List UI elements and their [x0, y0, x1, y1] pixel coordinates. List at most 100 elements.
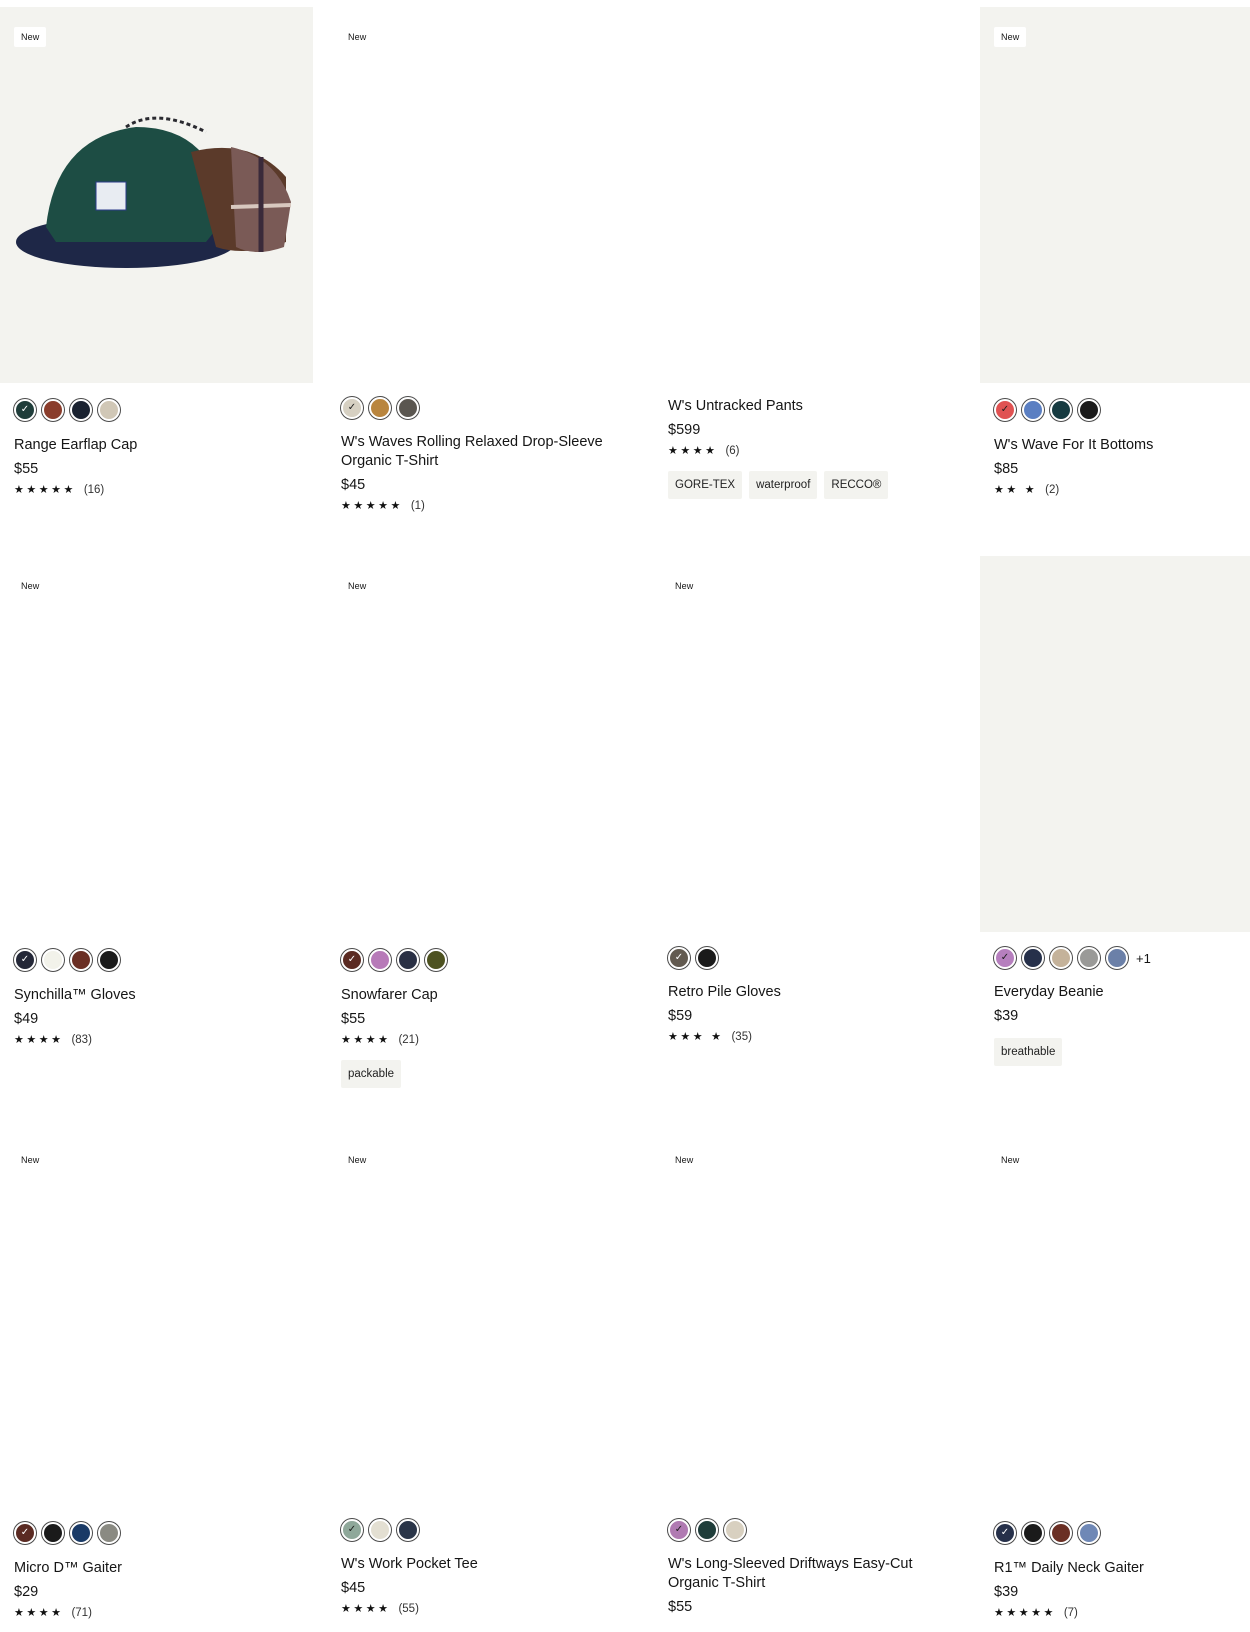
product-price: $599	[668, 422, 701, 438]
color-swatch[interactable]	[98, 949, 120, 971]
color-swatch-selected[interactable]: ✓	[994, 399, 1016, 421]
product-name[interactable]: Snowfarer Cap	[341, 986, 626, 1005]
product-image[interactable]: New	[980, 7, 1250, 383]
product-name[interactable]: Range Earflap Cap	[14, 436, 299, 455]
color-swatch-selected[interactable]: ✓	[341, 949, 363, 971]
color-swatch[interactable]	[696, 947, 718, 969]
product-image[interactable]	[654, 7, 967, 383]
product-image[interactable]: New	[0, 7, 313, 383]
product-image[interactable]: New	[654, 1130, 967, 1506]
product-rating: ★★★★ (6)	[668, 444, 953, 457]
color-swatch[interactable]	[369, 949, 391, 971]
color-swatch[interactable]	[42, 399, 64, 421]
product-name[interactable]: Micro D™ Gaiter	[14, 1559, 299, 1578]
review-count: (83)	[71, 1033, 92, 1046]
color-swatch[interactable]	[1050, 947, 1072, 969]
color-swatch[interactable]	[1078, 399, 1100, 421]
color-swatch-selected[interactable]: ✓	[14, 949, 36, 971]
product-card[interactable]: New ✓ W's Long-Sleeved Driftways Easy-Cu…	[654, 1130, 967, 1615]
review-count: (7)	[1063, 1606, 1078, 1619]
product-image[interactable]: New	[0, 556, 313, 932]
product-image[interactable]	[980, 556, 1250, 932]
product-name[interactable]: W's Work Pocket Tee	[341, 1555, 626, 1574]
color-swatch-selected[interactable]: ✓	[14, 1522, 36, 1544]
product-card[interactable]: New ✓ W's Work Pocket Tee $45 ★★★★ (55)	[327, 1130, 640, 1615]
color-swatch[interactable]	[1050, 399, 1072, 421]
product-price: $55	[668, 1599, 693, 1615]
color-swatch[interactable]	[42, 1522, 64, 1544]
empty-star-icon: ★	[1024, 483, 1038, 496]
product-rating: ★★★★ (55)	[341, 1602, 626, 1615]
product-card[interactable]: New ✓ Range Earflap Cap $55 ★★★★★ (16)	[0, 7, 313, 496]
color-swatch-selected[interactable]: ✓	[994, 947, 1016, 969]
product-name[interactable]: W's Waves Rolling Relaxed Drop-Sleeve Or…	[341, 433, 626, 471]
color-swatch-selected[interactable]: ✓	[341, 1519, 363, 1541]
color-swatch[interactable]	[98, 1522, 120, 1544]
color-swatch[interactable]	[1022, 1522, 1044, 1544]
product-name[interactable]: W's Untracked Pants	[668, 397, 953, 416]
color-swatch-selected[interactable]: ✓	[668, 1519, 690, 1541]
product-name[interactable]: W's Wave For It Bottoms	[994, 436, 1250, 455]
review-count: (35)	[731, 1030, 752, 1043]
color-swatch[interactable]	[425, 949, 447, 971]
color-swatch[interactable]	[1022, 947, 1044, 969]
color-swatch[interactable]	[70, 1522, 92, 1544]
new-badge: New	[994, 1150, 1027, 1170]
review-count: (6)	[725, 444, 740, 457]
more-colors-link[interactable]: +1	[1136, 951, 1151, 966]
product-price: $29	[14, 1584, 39, 1600]
color-swatch[interactable]	[1050, 1522, 1072, 1544]
product-image[interactable]: New	[327, 556, 640, 932]
product-image[interactable]: New	[0, 1130, 313, 1506]
product-rating: ★★★ ★ (35)	[668, 1030, 953, 1043]
color-swatch[interactable]	[1106, 947, 1128, 969]
color-swatch[interactable]	[369, 397, 391, 419]
product-name[interactable]: W's Long-Sleeved Driftways Easy-Cut Orga…	[668, 1555, 953, 1593]
color-swatch[interactable]	[397, 949, 419, 971]
product-card[interactable]: New ✓ W's Waves Rolling Relaxed Drop-Sle…	[327, 7, 640, 512]
color-swatch-selected[interactable]: ✓	[341, 397, 363, 419]
product-rating: ★★★★★ (16)	[14, 483, 299, 496]
product-card[interactable]: New ✓ R1™ Daily Neck Gaiter $39 ★★★★★ (7…	[980, 1130, 1250, 1619]
color-swatch[interactable]	[42, 949, 64, 971]
color-swatch[interactable]	[397, 397, 419, 419]
color-swatch-selected[interactable]: ✓	[668, 947, 690, 969]
new-badge: New	[14, 576, 47, 596]
new-badge: New	[341, 1150, 374, 1170]
product-card[interactable]: W's Untracked Pants $599 ★★★★ (6) GORE-T…	[654, 7, 967, 499]
rating-stars: ★★★★	[14, 1606, 64, 1619]
product-card[interactable]: New ✓ Synchilla™ Gloves $49 ★★★★ (83)	[0, 556, 313, 1046]
product-card[interactable]: ✓ +1 Everyday Beanie $39 breathable	[980, 556, 1250, 1066]
review-count: (2)	[1045, 483, 1060, 496]
color-swatch[interactable]	[70, 949, 92, 971]
product-image[interactable]: New	[327, 1130, 640, 1506]
product-name[interactable]: Synchilla™ Gloves	[14, 986, 299, 1005]
new-badge: New	[341, 27, 374, 47]
product-card[interactable]: New ✓ Micro D™ Gaiter $29 ★★★★ (71)	[0, 1130, 313, 1619]
product-card[interactable]: New ✓ Snowfarer Cap $55 ★★★★ (21) packab…	[327, 556, 640, 1088]
product-image[interactable]: New	[654, 556, 967, 932]
color-swatch[interactable]	[696, 1519, 718, 1541]
color-swatch[interactable]	[724, 1519, 746, 1541]
tag-packable: packable	[341, 1060, 402, 1088]
color-swatch[interactable]	[397, 1519, 419, 1541]
product-image[interactable]: New	[980, 1130, 1250, 1506]
rating-stars: ★★★★	[668, 444, 718, 457]
product-name[interactable]: R1™ Daily Neck Gaiter	[994, 1559, 1250, 1578]
color-swatch-selected[interactable]: ✓	[14, 399, 36, 421]
color-swatch[interactable]	[1078, 1522, 1100, 1544]
color-swatch[interactable]	[70, 399, 92, 421]
product-name[interactable]: Everyday Beanie	[994, 983, 1250, 1002]
product-card[interactable]: New ✓ W's Wave For It Bottoms $85 ★★ ★ (…	[980, 7, 1250, 496]
rating-stars: ★★★★★	[341, 499, 403, 512]
color-swatch[interactable]	[1022, 399, 1044, 421]
product-name[interactable]: Retro Pile Gloves	[668, 983, 953, 1002]
rating-stars: ★★	[994, 483, 1019, 496]
color-swatch[interactable]	[1078, 947, 1100, 969]
product-image[interactable]: New	[327, 7, 640, 383]
color-swatch[interactable]	[369, 1519, 391, 1541]
color-swatch-selected[interactable]: ✓	[994, 1522, 1016, 1544]
product-card[interactable]: New ✓ Retro Pile Gloves $59 ★★★ ★ (35)	[654, 556, 967, 1043]
review-count: (21)	[398, 1033, 419, 1046]
color-swatch[interactable]	[98, 399, 120, 421]
